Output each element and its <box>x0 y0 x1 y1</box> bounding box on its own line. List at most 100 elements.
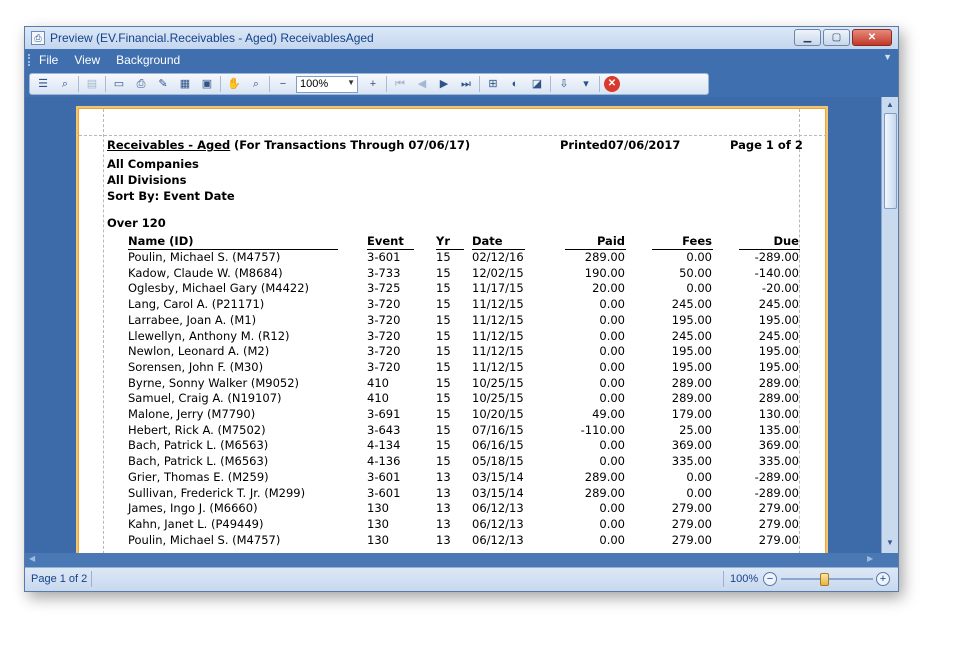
table-row: Kahn, Janet L. (P49449) 130 13 06/12/13 0.00… <box>79 517 827 533</box>
table-row: Sorensen, John F. (M30) 3-720 15 11/12/15 0.… <box>79 360 827 376</box>
cell-yr: 15 <box>436 438 451 453</box>
close-button[interactable]: ✕ <box>852 29 892 46</box>
print-preview-icon[interactable]: ✎ <box>154 75 172 93</box>
zoom-select[interactable]: 100% ▼ <box>296 75 358 93</box>
cell-fees: 245.00 <box>671 297 712 312</box>
cell-name: Lang, Carol A. (P21171) <box>128 297 265 312</box>
cell-paid: 289.00 <box>584 469 625 484</box>
cell-date: 03/15/14 <box>472 469 524 484</box>
chevron-down-icon[interactable]: ▼ <box>883 52 892 62</box>
prev-page-icon[interactable]: ◀ <box>413 75 431 93</box>
cell-date: 03/15/14 <box>472 485 524 500</box>
export-icon[interactable]: ⇩ <box>555 75 573 93</box>
watermark-icon[interactable]: ◪ <box>528 75 546 93</box>
cell-yr: 15 <box>436 359 451 374</box>
cell-due: 279.00 <box>758 501 799 516</box>
cell-yr: 15 <box>436 422 451 437</box>
cell-name: Malone, Jerry (M7790) <box>128 407 256 421</box>
zoom-out-icon[interactable]: − <box>274 75 292 93</box>
header-footer-icon[interactable]: ▦ <box>176 75 194 93</box>
cell-name: Llewellyn, Anthony M. (R12) <box>128 328 290 343</box>
send-icon[interactable]: ▾ <box>577 75 595 93</box>
cell-due: 130.00 <box>758 407 799 421</box>
cell-due: 245.00 <box>758 328 799 343</box>
find-icon[interactable]: ⌕ <box>56 75 74 93</box>
open-icon[interactable]: ▤ <box>83 75 101 93</box>
horizontal-scrollbar[interactable]: ◀ ▶ <box>25 553 898 567</box>
cell-fees: 289.00 <box>671 391 712 406</box>
page-setup-icon[interactable]: ▭ <box>110 75 128 93</box>
cell-yr: 15 <box>436 297 451 312</box>
divisions-filter: All Divisions <box>107 173 187 187</box>
scroll-down-icon[interactable]: ▼ <box>884 537 896 549</box>
cell-yr: 15 <box>436 312 451 327</box>
cell-name: Bach, Patrick L. (M6563) <box>128 454 269 469</box>
cell-event: 3-720 <box>367 359 401 374</box>
maximize-button[interactable]: ▢ <box>823 29 850 46</box>
cell-due: 289.00 <box>758 375 799 390</box>
cell-paid: 0.00 <box>599 297 625 312</box>
toc-icon[interactable]: ☰ <box>34 75 52 93</box>
color-icon[interactable]: ◐ <box>506 75 524 93</box>
preview-viewport[interactable]: Receivables - Aged (For Transactions Thr… <box>25 97 881 553</box>
magnifier-icon[interactable]: ⌕ <box>247 75 265 93</box>
cell-yr: 15 <box>436 391 451 406</box>
cell-paid: 0.00 <box>599 438 625 453</box>
toolstrip: ☰ ⌕ ▤ ▭ ⎙ ✎ ▦ ▣ ✋ ⌕ − 100% ▼ + ⏮ ◀ ▶ ⏭ ⊞… <box>29 73 709 95</box>
cell-date: 06/12/13 <box>472 532 524 547</box>
menu-background[interactable]: Background <box>116 53 180 67</box>
cell-due: 195.00 <box>758 312 799 327</box>
cell-due: 369.00 <box>758 438 799 453</box>
cell-event: 3-601 <box>367 469 401 484</box>
cell-name: Kadow, Claude W. (M8684) <box>128 265 283 280</box>
scroll-left-icon[interactable]: ◀ <box>29 554 35 563</box>
zoom-in-icon[interactable]: + <box>364 75 382 93</box>
cell-due: 289.00 <box>758 391 799 406</box>
cell-due: 245.00 <box>758 297 799 312</box>
zoom-out-button[interactable]: − <box>763 572 777 586</box>
window-controls: ▁ ▢ ✕ <box>794 29 892 46</box>
report-title: Receivables - Aged <box>107 138 231 152</box>
scale-icon[interactable]: ▣ <box>198 75 216 93</box>
zoom-in-button[interactable]: + <box>876 572 890 586</box>
zoom-slider-thumb[interactable] <box>820 573 829 586</box>
cell-fees: 335.00 <box>671 454 712 469</box>
cell-paid: -110.00 <box>580 422 625 437</box>
cell-yr: 15 <box>436 250 451 264</box>
scroll-right-icon[interactable]: ▶ <box>867 554 873 563</box>
print-icon[interactable]: ⎙ <box>132 75 150 93</box>
table-row: Malone, Jerry (M7790) 3-691 15 10/20/15 49.0… <box>79 407 827 423</box>
cell-paid: 0.00 <box>599 501 625 516</box>
status-bar: Page 1 of 2 100% − + <box>25 567 898 591</box>
separator <box>599 76 600 92</box>
grip-icon <box>28 54 32 66</box>
cell-name: Poulin, Michael S. (M4757) <box>128 532 281 547</box>
cell-yr: 13 <box>436 532 451 547</box>
cell-fees: 195.00 <box>671 359 712 374</box>
menu-file[interactable]: File <box>39 53 58 67</box>
cell-paid: 0.00 <box>599 516 625 531</box>
scroll-thumb[interactable] <box>884 113 897 209</box>
multipage-icon[interactable]: ⊞ <box>484 75 502 93</box>
cell-paid: 0.00 <box>599 312 625 327</box>
cell-due: 279.00 <box>758 516 799 531</box>
next-page-icon[interactable]: ▶ <box>435 75 453 93</box>
hand-icon[interactable]: ✋ <box>225 75 243 93</box>
minimize-button[interactable]: ▁ <box>794 29 821 46</box>
margin-guide <box>79 135 827 136</box>
toolbar: ☰ ⌕ ▤ ▭ ⎙ ✎ ▦ ▣ ✋ ⌕ − 100% ▼ + ⏮ ◀ ▶ ⏭ ⊞… <box>25 71 898 97</box>
vertical-scrollbar[interactable]: ▲ ▼ <box>881 97 898 553</box>
scroll-up-icon[interactable]: ▲ <box>884 99 896 111</box>
cell-event: 3-720 <box>367 328 401 343</box>
first-page-icon[interactable]: ⏮ <box>391 75 409 93</box>
cell-event: 4-134 <box>367 438 401 453</box>
cell-name: Oglesby, Michael Gary (M4422) <box>128 281 310 296</box>
cell-paid: 0.00 <box>599 359 625 374</box>
separator <box>479 76 480 92</box>
menu-view[interactable]: View <box>74 53 100 67</box>
close-preview-icon[interactable]: ✕ <box>604 76 620 92</box>
cell-due: 335.00 <box>758 454 799 469</box>
cell-due: -140.00 <box>754 265 799 280</box>
cell-event: 4-136 <box>367 454 401 469</box>
last-page-icon[interactable]: ⏭ <box>457 75 475 93</box>
